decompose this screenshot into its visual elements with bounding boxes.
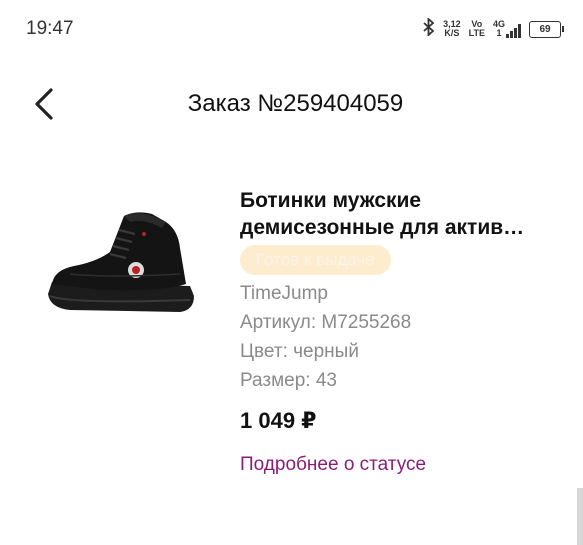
page-title: Заказ №259404059 [187, 90, 404, 117]
status-icons: 3,12 K/S Vo LTE 4G 1 69 [423, 16, 564, 42]
bluetooth-icon [423, 16, 435, 41]
signal-icon: 4G 1 [493, 20, 521, 38]
product-brand: TimeJump [240, 283, 328, 304]
product-name-line-1: Ботинки мужские [240, 189, 422, 212]
scrollbar[interactable] [577, 488, 583, 545]
status-bar: 19:47 3,12 K/S Vo LTE 4G 1 69 [0, 0, 583, 60]
product-name-line-2: демисезонные для актив… [240, 216, 525, 239]
status-badge: Готов к выдаче [240, 245, 391, 275]
volte-indicator: Vo LTE [468, 19, 485, 38]
net-speed: 3,12 K/S [443, 19, 461, 38]
battery-level: 69 [539, 23, 551, 35]
status-details-link[interactable]: Подробнее о статусе [240, 454, 570, 476]
product-info: Ботинки мужские демисезонные для актив… … [240, 187, 570, 476]
status-time: 19:47 [26, 18, 74, 39]
product-price: 1 049 ₽ [240, 408, 317, 433]
sneaker-image[interactable] [40, 208, 200, 328]
product-name[interactable]: Ботинки мужские демисезонные для актив… [240, 187, 570, 241]
product-size: Размер: 43 [240, 370, 337, 391]
product-color: Цвет: черный [240, 341, 359, 362]
battery-icon: 69 [529, 20, 564, 38]
product-article: Артикул: M7255268 [240, 312, 412, 333]
